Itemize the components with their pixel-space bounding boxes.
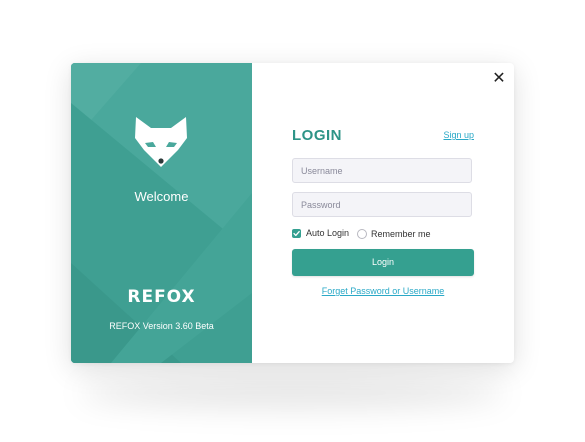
remember-me-label[interactable]: Remember me xyxy=(371,229,431,239)
auto-login-label[interactable]: Auto Login xyxy=(306,228,349,238)
login-title: LOGIN xyxy=(292,127,342,144)
password-input[interactable] xyxy=(292,192,472,217)
close-button[interactable]: ✕ xyxy=(490,70,508,88)
dialog-shadow xyxy=(80,378,505,408)
login-button[interactable]: Login xyxy=(292,249,474,276)
fox-icon xyxy=(135,117,187,167)
auto-login-checkbox[interactable] xyxy=(292,229,301,238)
brand-background-pattern xyxy=(71,63,252,363)
version-text: REFOX Version 3.60 Beta xyxy=(109,321,214,331)
signup-link[interactable]: Sign up xyxy=(443,130,474,140)
username-input[interactable] xyxy=(292,158,472,183)
brand-logo-text: REFOX xyxy=(127,287,196,307)
brand-panel: Welcome REFOX REFOX Version 3.60 Beta xyxy=(71,63,252,363)
remember-me-radio[interactable] xyxy=(357,229,367,239)
login-options: Auto Login Remember me xyxy=(292,228,474,240)
close-icon: ✕ xyxy=(492,70,506,87)
forgot-password-link[interactable]: Forget Password or Username xyxy=(292,286,474,296)
login-dialog: Welcome REFOX REFOX Version 3.60 Beta ✕ … xyxy=(71,63,514,363)
check-icon xyxy=(293,230,300,237)
welcome-text: Welcome xyxy=(134,189,189,204)
